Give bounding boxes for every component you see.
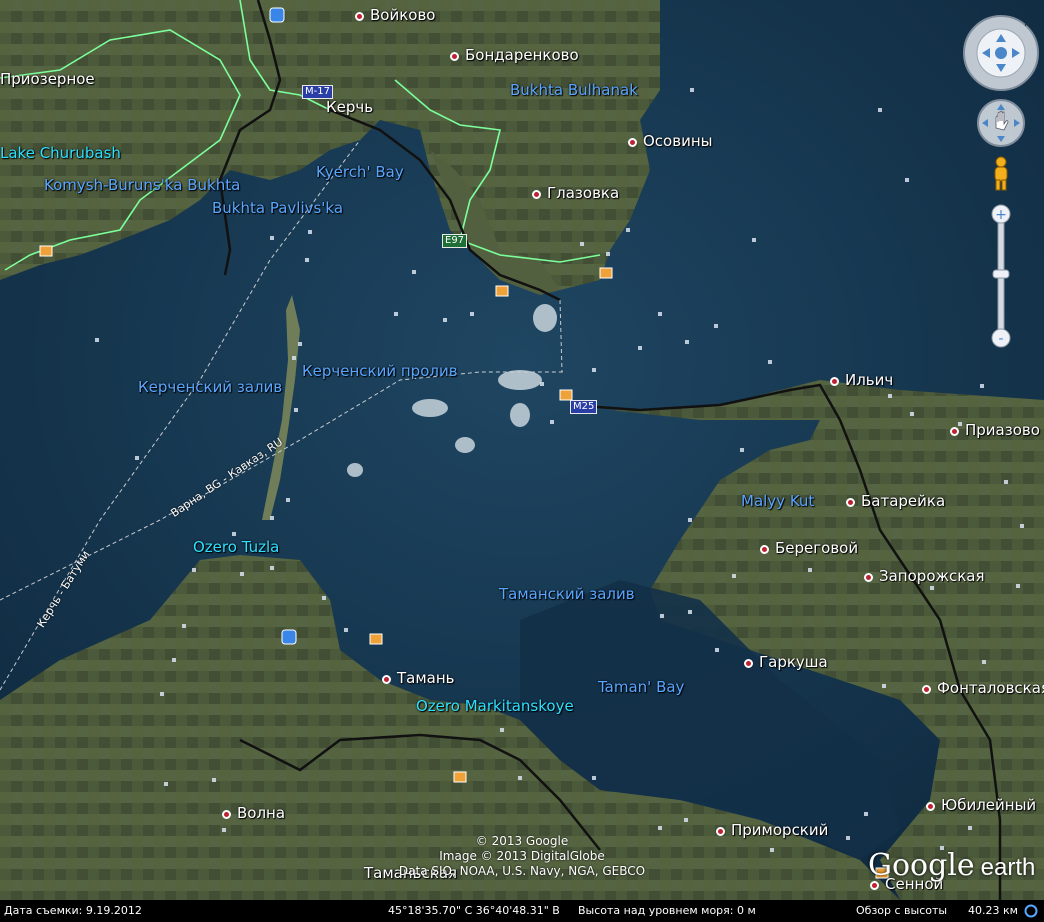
town-label-osoviny[interactable]: Осовины xyxy=(628,134,712,149)
water-label-kerch-gulf[interactable]: Керченский залив xyxy=(138,380,282,395)
road-shield-e97: E97 xyxy=(442,234,468,248)
street-view-pegman-icon[interactable] xyxy=(990,156,1012,194)
town-label-kerch[interactable]: Керчь xyxy=(326,100,373,115)
town-label-priozernoe[interactable]: Приозерное xyxy=(0,72,95,87)
town-pin-icon xyxy=(382,675,391,684)
town-pin-icon xyxy=(628,138,637,147)
town-pin-icon xyxy=(922,685,931,694)
move-control[interactable] xyxy=(976,98,1026,148)
town-label-yubileyny[interactable]: Юбилейный xyxy=(926,798,1036,813)
water-label-bukhta-pavlivska[interactable]: Bukhta Pavlivs'ka xyxy=(212,201,343,216)
town-label-batareyka[interactable]: Батарейка xyxy=(846,494,945,509)
google-earth-logo: Google earth xyxy=(868,848,1036,883)
town-label-priazovo[interactable]: Приазово xyxy=(950,423,1040,438)
water-label-malyy-kut[interactable]: Malyy Kut xyxy=(741,494,814,509)
town-label-ilich[interactable]: Ильич xyxy=(830,373,893,388)
town-pin-icon xyxy=(222,810,231,819)
town-pin-icon xyxy=(950,427,959,436)
town-label-volna[interactable]: Волна xyxy=(222,806,285,821)
lake-label-markitanskoye[interactable]: Ozero Markitanskoye xyxy=(416,699,574,714)
town-pin-icon xyxy=(450,52,459,61)
zoom-slider-thumb xyxy=(992,269,1010,279)
town-pin-icon xyxy=(744,659,753,668)
town-label-voikovo[interactable]: Войково xyxy=(355,8,435,23)
town-label-glazovka[interactable]: Глазовка xyxy=(532,186,619,201)
water-label-taman-bay[interactable]: Taman' Bay xyxy=(598,680,684,695)
town-label-taman[interactable]: Тамань xyxy=(382,671,455,686)
town-pin-icon xyxy=(864,573,873,582)
town-pin-icon xyxy=(760,545,769,554)
town-pin-icon xyxy=(830,377,839,386)
svg-text:-: - xyxy=(998,331,1003,347)
town-pin-icon xyxy=(846,498,855,507)
town-label-zaporozhskaya[interactable]: Запорожская xyxy=(864,569,985,584)
water-label-komysh-buruns[interactable]: Komysh-Buruns'ka Bukhta xyxy=(44,178,240,193)
road-shield-m17: M-17 xyxy=(302,85,333,99)
zoom-slider[interactable]: + - xyxy=(990,204,1012,350)
imagery-date: Дата съемки: 9.19.2012 xyxy=(4,904,142,917)
water-label-kyerch-bay[interactable]: Kyerch' Bay xyxy=(316,165,404,180)
water-label-taman-gulf[interactable]: Таманский залив xyxy=(499,587,635,602)
road-shield-m25: M25 xyxy=(570,400,598,414)
elevation-readout: Высота над уровнем моря: 0 м xyxy=(578,904,756,917)
town-pin-icon xyxy=(926,802,935,811)
lake-label-tuzla[interactable]: Ozero Tuzla xyxy=(193,540,279,555)
google-earth-viewport[interactable]: Войково Бондаренково Приозерное Керчь Ос… xyxy=(0,0,1044,922)
status-bar: Дата съемки: 9.19.2012 45°18'35.70" С 36… xyxy=(0,900,1044,922)
town-label-garkusha[interactable]: Гаркуша xyxy=(744,655,828,670)
town-pin-icon xyxy=(532,190,541,199)
lake-label-churubash[interactable]: Lake Churubash xyxy=(0,146,121,161)
town-label-fontalovskaya[interactable]: Фонталовская xyxy=(922,681,1044,696)
town-pin-icon xyxy=(355,12,364,21)
town-label-bondarenkovo[interactable]: Бондаренково xyxy=(450,48,579,63)
eye-altitude-label: Обзор с высоты xyxy=(856,904,948,917)
eye-altitude-value: 40.23 км xyxy=(968,904,1018,917)
water-label-kerch-strait[interactable]: Керченский пролив xyxy=(302,364,458,379)
streaming-indicator-icon xyxy=(1024,904,1038,918)
water-label-bukhta-bulhanak[interactable]: Bukhta Bulhanak xyxy=(510,83,638,98)
cursor-coordinates: 45°18'35.70" С 36°40'48.31" В xyxy=(388,904,560,917)
look-control[interactable]: N xyxy=(962,14,1040,92)
town-label-beregovoy[interactable]: Береговой xyxy=(760,541,858,556)
credit-google: © 2013 Google xyxy=(475,834,569,848)
satellite-map[interactable] xyxy=(0,0,1044,900)
svg-text:+: + xyxy=(995,207,1007,223)
